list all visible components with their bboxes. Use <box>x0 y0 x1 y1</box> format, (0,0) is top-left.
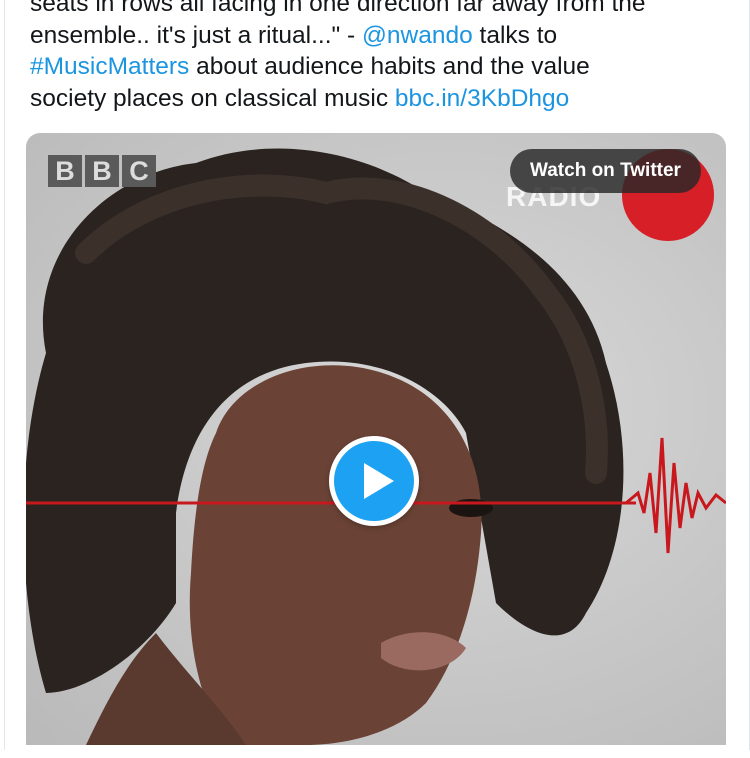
tweet-line-4: society places on classical music bbc.in… <box>30 83 720 115</box>
play-icon <box>364 463 394 499</box>
play-button[interactable] <box>329 436 419 526</box>
bbc-letter: C <box>122 155 156 187</box>
tweet-line-1: seats in rows all facing in one directio… <box>30 0 646 17</box>
hashtag-link[interactable]: #MusicMatters <box>30 53 189 80</box>
article-link[interactable]: bbc.in/3KbDhgo <box>395 85 569 112</box>
tweet-text: seats in rows all facing in one directio… <box>30 0 720 114</box>
tweet-line-3: #MusicMatters about audience habits and … <box>30 51 720 83</box>
bbc-logo: B B C <box>48 155 156 187</box>
mention-link[interactable]: @nwando <box>362 22 473 49</box>
tweet-line-2-tail: talks to <box>472 21 558 49</box>
tweet-line-3-tail: about audience habits and the value <box>189 53 590 80</box>
watch-on-twitter-button[interactable]: Watch on Twitter <box>510 149 701 193</box>
bbc-letter: B <box>85 155 119 187</box>
tweet-line-4-text: society places on classical music <box>30 84 395 112</box>
waveform-peaks <box>625 437 726 554</box>
bbc-letter: B <box>48 155 82 187</box>
video-thumbnail[interactable]: B B C RADIO Watch on Twitter <box>26 133 726 745</box>
tweet-line-2-text: ensemble.. it's just a ritual..." - <box>30 21 362 49</box>
tweet-line-2: ensemble.. it's just a ritual..." - @nwa… <box>30 20 720 52</box>
face-shape <box>189 365 482 745</box>
